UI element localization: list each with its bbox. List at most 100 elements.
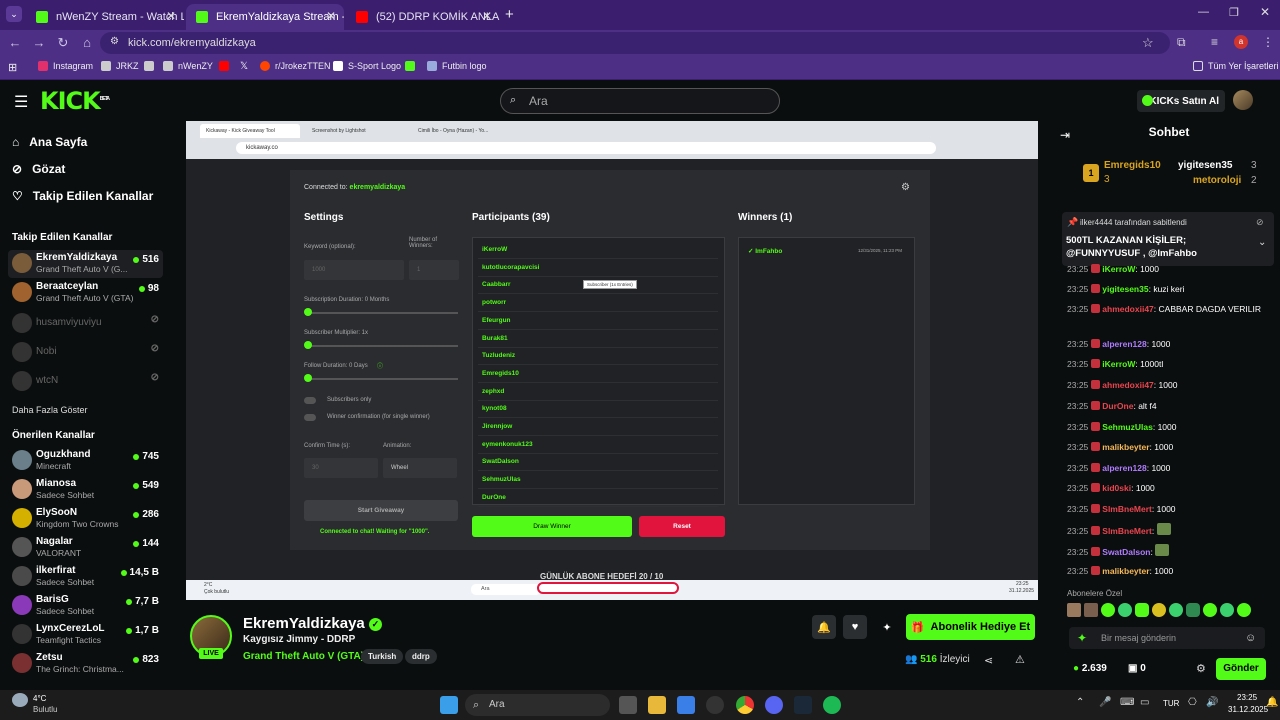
- forward-icon[interactable]: →: [30, 34, 48, 52]
- emote-icon[interactable]: [1084, 603, 1098, 617]
- bookmark-ssport[interactable]: S-Sport Logo: [333, 61, 401, 71]
- chat-message[interactable]: 23:25 SehmuzUlas: 1000: [1067, 421, 1277, 434]
- message-user[interactable]: DurOne: [1102, 401, 1133, 411]
- points-display[interactable]: ● 2.639: [1073, 663, 1107, 674]
- emote-icon[interactable]: [1101, 603, 1115, 617]
- unpin-icon[interactable]: ⊘: [1256, 217, 1264, 228]
- tab-list-button[interactable]: ⌄: [6, 6, 22, 22]
- emoji-icon[interactable]: ☺: [1245, 627, 1256, 649]
- close-tab-icon[interactable]: ✕: [326, 9, 336, 23]
- browser-tab-active[interactable]: EkremYaldizkaya Stream - Watch Live on K…: [186, 4, 344, 30]
- close-tab-icon[interactable]: ✕: [482, 9, 492, 23]
- user-avatar[interactable]: [1233, 90, 1253, 110]
- chat-message[interactable]: 23:25 malikbeyter: 1000: [1067, 441, 1277, 454]
- chat-message[interactable]: 23:25 SwatDalson:: [1067, 544, 1277, 559]
- spotify-icon[interactable]: [823, 696, 841, 714]
- menu-icon[interactable]: ☰: [14, 92, 28, 112]
- chrome-icon[interactable]: [736, 696, 754, 714]
- search-input[interactable]: ⌕ Ara: [500, 88, 780, 114]
- extensions-icon[interactable]: ⧉: [1177, 35, 1186, 50]
- profile-avatar[interactable]: a: [1234, 35, 1248, 49]
- bookmark-nwenzy[interactable]: nWenZY: [163, 61, 213, 71]
- obs-icon[interactable]: [706, 696, 724, 714]
- chat-settings-icon[interactable]: ⚙: [1196, 662, 1206, 675]
- chat-message[interactable]: 23:25 ahmedoxii47: 1000: [1067, 379, 1277, 392]
- recommended-channel[interactable]: BarisG Sadece Sohbet 7,7 B: [8, 592, 163, 620]
- network-icon[interactable]: ⎔: [1188, 697, 1197, 708]
- gift-sub-button[interactable]: 🎁 Abonelik Hediye Et: [906, 614, 1035, 640]
- message-user[interactable]: alperen128: [1102, 339, 1146, 349]
- message-user[interactable]: alperen128: [1102, 463, 1146, 473]
- show-more-link[interactable]: Daha Fazla Göster: [12, 405, 88, 415]
- mic-icon[interactable]: 🎤: [1099, 697, 1111, 708]
- recommended-channel[interactable]: ilkerfirat Sadece Sohbet 14,5 B: [8, 563, 163, 591]
- close-tab-icon[interactable]: ✕: [166, 9, 176, 23]
- nav-home[interactable]: ⌂ Ana Sayfa: [12, 135, 87, 149]
- minimize-button[interactable]: —: [1198, 6, 1209, 18]
- chat-message[interactable]: 23:25 SlmBneMert: 1000: [1067, 503, 1277, 516]
- message-user[interactable]: yigitesen35: [1102, 284, 1148, 294]
- message-user[interactable]: ahmedoxii47: [1102, 380, 1154, 390]
- browser-menu-icon[interactable]: ⋮: [1262, 35, 1274, 49]
- followed-channel-offline[interactable]: Nobi ⊘: [8, 339, 163, 367]
- emote-icon[interactable]: [1220, 603, 1234, 617]
- close-window-button[interactable]: ✕: [1260, 5, 1270, 19]
- keyboard-icon[interactable]: ⌨: [1120, 697, 1134, 708]
- message-user[interactable]: SlmBneMert: [1102, 526, 1152, 536]
- chat-message[interactable]: 23:25 iKerroW: 1000: [1067, 263, 1277, 276]
- chat-input[interactable]: ✦ Bir mesaj gönderin ☺: [1069, 627, 1265, 649]
- store-icon[interactable]: [677, 696, 695, 714]
- steam-icon[interactable]: [794, 696, 812, 714]
- windows-start-icon[interactable]: [440, 696, 458, 714]
- chat-message[interactable]: 23:25 SlmBneMert:: [1067, 523, 1277, 538]
- message-user[interactable]: SwatDalson: [1102, 547, 1150, 557]
- emote-icon[interactable]: [1067, 603, 1081, 617]
- reload-icon[interactable]: ↻: [54, 34, 72, 52]
- discord-icon[interactable]: [765, 696, 783, 714]
- gifts-display[interactable]: ▣ 0: [1128, 663, 1146, 674]
- tag-ddrp[interactable]: ddrp: [405, 649, 437, 664]
- followed-channel-offline[interactable]: wtcN ⊘: [8, 368, 163, 396]
- notification-bell-button[interactable]: 🔔: [812, 615, 836, 639]
- message-user[interactable]: malikbeyter: [1102, 566, 1149, 576]
- bookmark-jrkz[interactable]: JRKZ: [101, 61, 139, 71]
- emote-icon[interactable]: [1118, 603, 1132, 617]
- nav-browse[interactable]: ⊘ Gözat: [12, 162, 65, 176]
- bookmark-x-icon[interactable]: 𝕏: [240, 61, 248, 72]
- streamer-name[interactable]: EkremYaldizkaya ✓: [243, 615, 382, 632]
- sparkle-button[interactable]: ✦: [875, 615, 899, 639]
- recommended-channel[interactable]: Mianosa Sadece Sohbet 549: [8, 476, 163, 504]
- language-indicator[interactable]: TUR: [1163, 699, 1179, 708]
- recommended-channel[interactable]: Oguzkhand Minecraft 745: [8, 447, 163, 475]
- site-info-icon[interactable]: ⚙: [110, 36, 119, 47]
- chat-message[interactable]: 23:25 alperen128: 1000: [1067, 462, 1277, 475]
- notifications-icon[interactable]: 🔔: [1266, 697, 1278, 708]
- chat-message[interactable]: 23:25 malikbeyter: 1000: [1067, 565, 1277, 578]
- bookmark-kick-icon[interactable]: [405, 61, 415, 71]
- bookmark-futbin[interactable]: Futbin logo: [427, 61, 487, 71]
- emote-icon[interactable]: [1169, 603, 1183, 617]
- taskbar-date[interactable]: 31.12.2025: [1228, 705, 1268, 714]
- media-icon[interactable]: ≡: [1211, 35, 1218, 49]
- display-icon[interactable]: ▭: [1140, 697, 1149, 708]
- bookmark-icon[interactable]: [144, 61, 154, 71]
- bookmark-star-icon[interactable]: ☆: [1142, 35, 1154, 51]
- message-user[interactable]: SehmuzUlas: [1102, 422, 1153, 432]
- message-user[interactable]: SlmBneMert: [1102, 504, 1152, 514]
- tag-turkish[interactable]: Turkish: [361, 649, 404, 664]
- message-user[interactable]: malikbeyter: [1102, 442, 1149, 452]
- chat-message[interactable]: 23:25 alperen128: 1000: [1067, 338, 1277, 351]
- follow-heart-button[interactable]: ♥: [843, 615, 867, 639]
- emote-icon[interactable]: [1152, 603, 1166, 617]
- weather-icon[interactable]: [12, 693, 28, 707]
- emote-icon[interactable]: [1186, 603, 1200, 617]
- url-input[interactable]: kick.com/ekremyaldizkaya: [100, 32, 1170, 54]
- recommended-channel[interactable]: LynxCerezLoL Teamfight Tactics 1,7 B: [8, 621, 163, 649]
- recommended-channel[interactable]: Nagalar VALORANT 144: [8, 534, 163, 562]
- taskbar-search[interactable]: ⌕ Ara: [465, 694, 610, 716]
- chat-message[interactable]: 23:25 DurOne: alt f4: [1067, 400, 1277, 413]
- bookmark-instagram[interactable]: Instagram: [38, 61, 93, 71]
- file-explorer-icon[interactable]: [648, 696, 666, 714]
- chat-message[interactable]: 23:25 ahmedoxii47: CABBAR DAGDA VERILIR: [1067, 303, 1277, 316]
- buy-kicks-button[interactable]: KICKs Satın Al: [1137, 90, 1225, 112]
